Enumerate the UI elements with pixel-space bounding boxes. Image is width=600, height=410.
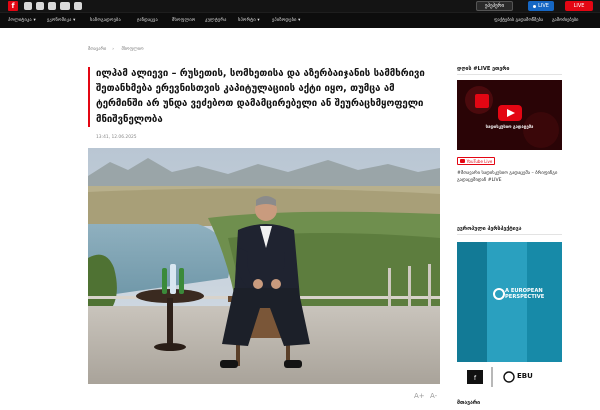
facebook-icon[interactable] bbox=[24, 2, 32, 10]
european-perspective-banner[interactable]: f A EUROPEAN PERSPECTIVE EBU bbox=[457, 242, 562, 392]
nav-item-factcheck[interactable]: ფაქტების გადამოწმება bbox=[494, 18, 543, 23]
live2-label: LIVE bbox=[573, 3, 585, 9]
logo-letter: f bbox=[11, 2, 15, 10]
font-decrease-button[interactable]: A- bbox=[430, 392, 437, 400]
youtube-live-badge: YouTube Live bbox=[457, 157, 495, 165]
live-dot-icon bbox=[533, 4, 537, 8]
live-section-heading: დღის #LIVE ეთერი bbox=[457, 66, 510, 72]
euro-brand-text: A EUROPEAN PERSPECTIVE bbox=[505, 288, 545, 301]
article-date: 13:41, 12.06.2025 bbox=[96, 135, 137, 140]
nav-item-sport[interactable]: სპორტი ▾ bbox=[238, 18, 260, 23]
live-label: LIVE bbox=[538, 3, 549, 9]
x-icon[interactable] bbox=[48, 2, 56, 10]
main-section-heading: მთავარი bbox=[457, 400, 481, 406]
youtube-icon-small bbox=[459, 159, 465, 163]
article-hero-photo bbox=[88, 148, 440, 384]
headline-accent-bar bbox=[88, 67, 90, 127]
euro-section-rule bbox=[457, 234, 562, 235]
breadcrumb-separator: › bbox=[112, 47, 115, 52]
site-logo[interactable]: f bbox=[8, 1, 18, 11]
youtube-icon[interactable] bbox=[60, 2, 70, 10]
epaper-button[interactable]: ეპეპერი bbox=[476, 1, 513, 11]
breadcrumb-home[interactable]: მთავარი bbox=[88, 47, 106, 52]
nav-item-culture[interactable]: კულტურა bbox=[205, 18, 227, 23]
nav-item-society[interactable]: საზოგადოება bbox=[90, 18, 121, 23]
top-utility-bar: f ეპეპერი LIVE LIVE bbox=[0, 0, 600, 12]
live-thumb-title: სადისკუსიო გადაცემა bbox=[485, 124, 534, 129]
live-section-rule bbox=[457, 74, 562, 75]
live-description[interactable]: #მთავარი სადისკუსიო გადაცემა – ბრიფინგი … bbox=[457, 170, 567, 185]
live-button-blue[interactable]: LIVE bbox=[528, 1, 554, 11]
article-headline: ილჰამ ალიევი – რუსეთის, სომხეთისა და აზე… bbox=[96, 68, 425, 125]
breadcrumb-world[interactable]: მსოფლიო bbox=[121, 47, 143, 52]
nav-item-world[interactable]: მსოფლიო bbox=[172, 18, 195, 23]
youtube-badge-label: YouTube Live bbox=[466, 158, 493, 164]
ebu-logo-text: EBU bbox=[517, 372, 533, 380]
tiktok-icon[interactable] bbox=[74, 2, 82, 10]
live-video-thumbnail[interactable]: სადისკუსიო გადაცემა bbox=[457, 80, 562, 150]
nav-item-episodes[interactable]: ეპიზოდები ▾ bbox=[272, 18, 301, 23]
nav-item-politics[interactable]: პოლიტიკა ▾ bbox=[8, 18, 36, 23]
euro-section-heading: ევროპული პერსპექტივა bbox=[457, 226, 522, 232]
font-increase-button[interactable]: A+ bbox=[414, 392, 425, 400]
live-button-red[interactable]: LIVE bbox=[565, 1, 593, 11]
instagram-icon[interactable] bbox=[36, 2, 44, 10]
nav-item-investigations[interactable]: გამოძიებები bbox=[552, 18, 578, 23]
epaper-label: ეპეპერი bbox=[484, 3, 505, 9]
nav-item-economy[interactable]: ეკონომიკა ▾ bbox=[47, 18, 76, 23]
main-nav: პოლიტიკა ▾ ეკონომიკა ▾ საზოგადოება ჯანდა… bbox=[0, 12, 600, 28]
breadcrumb: მთავარი › მსოფლიო bbox=[88, 47, 150, 52]
nav-item-health[interactable]: ჯანდაცვა bbox=[137, 18, 158, 23]
